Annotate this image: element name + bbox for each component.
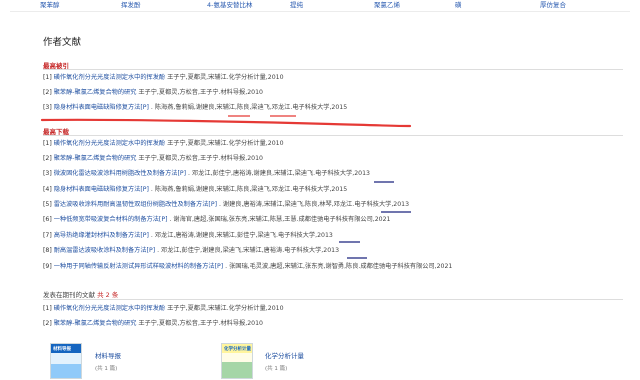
article-meta: . 邓龙江,彭佳宁,谢建良,梁迪飞,宋辅江,唐裕涛.电子科技大学,2013	[157, 247, 340, 254]
list-item: [6] 一种低频宽带吸波复合材料的制备方法[P] . 谢海官,唐超,张国瑞,张东…	[43, 216, 391, 224]
article-meta: . 谢建良,唐裕涛,宋辅江,梁迪飞,陈良,林琴,邓龙江.电子科技大学,2013	[218, 201, 410, 208]
list-item: [7] 高导热绝缘灌封材料及制备方法[P] . 邓龙江,唐裕涛,谢建良,宋辅江,…	[43, 232, 333, 240]
list-item: [2] 聚苯醇-聚氯乙烯复合物的研究 王子宁,夏都灵,方松音,王子宁.材料导报,…	[43, 155, 263, 163]
list-item: [3] 隐身材料表面电磁缺陷修复方法[P] . 陈海燕,鲁莉娟,谢建良,宋辅江,…	[43, 104, 347, 112]
red-highlight-stroke	[40, 118, 412, 128]
list-item: [3] 微波固化雷达吸波涂料用树脂改性及制备方法[P] . 邓龙江,彭佳宁,唐裕…	[43, 170, 370, 178]
article-meta: 王子宁,夏都灵,宋辅江.化学分析计量,2010	[167, 305, 284, 312]
article-title-link[interactable]: 隐身材料表面电磁缺陷修复方法[P]	[54, 104, 149, 111]
item-number: [1]	[43, 140, 52, 147]
divider	[43, 69, 623, 70]
divider	[43, 299, 623, 300]
keyword-link[interactable]: 厚仿复合	[540, 0, 566, 9]
article-title-link[interactable]: 聚苯醇-聚氯乙烯复合物的研究	[54, 89, 137, 96]
item-number: [1]	[43, 305, 52, 312]
item-number: [2]	[43, 89, 52, 96]
divider	[43, 135, 623, 136]
article-title-link[interactable]: 一种低频宽带吸波复合材料的制备方法[P]	[54, 216, 168, 223]
article-title-link[interactable]: 高导热绝缘灌封材料及制备方法[P]	[54, 232, 149, 239]
list-item: [1] 磺作氧化剂分光光度法测定水中的挥发酚 王子宁,夏都灵,宋辅江.化学分析计…	[43, 305, 284, 313]
keyword-link[interactable]: 磺	[455, 0, 462, 9]
article-title-link[interactable]: 磺作氧化剂分光光度法测定水中的挥发酚	[54, 305, 165, 312]
item-number: [4]	[43, 186, 52, 193]
journal-name-link[interactable]: 化学分析计量	[265, 350, 304, 360]
item-number: [1]	[43, 74, 52, 81]
list-item: [9] 一种用于同轴传输反射法测试异形试样吸波材料的制备方法[P] . 张国瑞,…	[43, 263, 452, 271]
article-title-link[interactable]: 磺作氧化剂分光光度法测定水中的挥发酚	[54, 74, 165, 81]
journal-cover-image[interactable]: 化学分析计量	[221, 343, 253, 379]
divider	[10, 11, 630, 12]
journal-name-link[interactable]: 材料导报	[95, 350, 121, 360]
article-meta: 王子宁,夏都灵,宋辅江.化学分析计量,2010	[167, 74, 284, 81]
list-item: [2] 聚苯醇-聚氯乙烯复合物的研究 王子宁,夏都灵,方松音,王子宁.材料导报,…	[43, 89, 263, 97]
list-item: [8] 耐高温雷达波吸收涂料及制备方法[P] . 邓龙江,彭佳宁,谢建良,梁迪飞…	[43, 247, 339, 255]
article-meta: 王子宁,夏都灵,方松音,王子宁.材料导报,2010	[138, 89, 263, 96]
article-meta: . 陈海燕,鲁莉娟,谢建良,宋辅江,陈良,梁迪飞,邓龙江.电子科技大学,2015	[150, 186, 348, 193]
item-number: [2]	[43, 155, 52, 162]
journal-cover-image[interactable]: 材料导报	[50, 343, 82, 379]
article-title-link[interactable]: 聚苯醇-聚氯乙烯复合物的研究	[54, 155, 137, 162]
journal-heading-label: 发表在期刊的文献	[43, 291, 95, 299]
item-number: [8]	[43, 247, 52, 254]
article-meta: . 邓龙江,唐裕涛,谢建良,宋辅江,彭佳宁,梁迪飞.电子科技大学,2013	[150, 232, 333, 239]
section-title: 作者文献	[43, 37, 82, 48]
article-title-link[interactable]: 微波固化雷达吸波涂料用树脂改性及制备方法[P]	[54, 170, 186, 177]
item-number: [5]	[43, 201, 52, 208]
list-item: [1] 磺作氧化剂分光光度法测定水中的挥发酚 王子宁,夏都灵,宋辅江.化学分析计…	[43, 140, 284, 148]
article-meta: . 陈海燕,鲁莉娟,谢建良,宋辅江,陈良,梁迪飞,邓龙江.电子科技大学,2015	[150, 104, 348, 111]
journal-section-heading: 发表在期刊的文献 共 2 条	[43, 289, 118, 299]
article-meta: . 张国瑞,毛灵波,唐超,宋辅江,张东亮,谢智勇,陈良.成都佳驰电子科技有限公司…	[225, 263, 453, 270]
keyword-link[interactable]: 4-氨基安替比林	[207, 0, 252, 9]
journal-article-count: (共 1 篇)	[265, 366, 288, 372]
keyword-link[interactable]: 提纯	[290, 0, 303, 9]
journal-cover-label: 材料导报	[53, 347, 71, 352]
article-title-link[interactable]: 耐高温雷达波吸收涂料及制备方法[P]	[54, 247, 155, 254]
item-number: [9]	[43, 263, 52, 270]
article-meta: . 邓龙江,彭佳宁,唐裕涛,谢建良,宋辅江,梁迪飞.电子科技大学,2013	[188, 170, 370, 177]
article-title-link[interactable]: 隐身材料表面电磁缺陷修复方法[P]	[54, 186, 149, 193]
article-meta: 王子宁,夏都灵,方松音,王子宁.材料导报,2010	[138, 320, 263, 327]
keyword-link[interactable]: 挥发酚	[121, 0, 141, 9]
keyword-link[interactable]: 聚氯乙烯	[374, 0, 400, 9]
article-title-link[interactable]: 聚苯醇-聚氯乙烯复合物的研究	[54, 320, 137, 327]
journal-cover-label: 化学分析计量	[224, 347, 251, 352]
item-number: [3]	[43, 104, 52, 111]
article-meta: . 谢海官,唐超,张国瑞,张东亮,宋辅江,陈慧,王慧.成都佳驰电子科技有限公司,…	[169, 216, 391, 223]
item-number: [3]	[43, 170, 52, 177]
list-item: [2] 聚苯醇-聚氯乙烯复合物的研究 王子宁,夏都灵,方松音,王子宁.材料导报,…	[43, 320, 263, 328]
item-number: [6]	[43, 216, 52, 223]
article-title-link[interactable]: 雷达波吸收涂料用耐高温韧性双组份树脂改性及制备方法[P]	[54, 201, 217, 208]
keyword-link[interactable]: 聚苯醇	[40, 0, 60, 9]
list-item: [1] 磺作氧化剂分光光度法测定水中的挥发酚 王子宁,夏都灵,宋辅江.化学分析计…	[43, 74, 284, 82]
list-item: [5] 雷达波吸收涂料用耐高温韧性双组份树脂改性及制备方法[P] . 谢建良,唐…	[43, 201, 409, 209]
related-keywords-bar: 聚苯醇 挥发酚 4-氨基安替比林 提纯 聚氯乙烯 磺 厚仿复合	[0, 0, 640, 10]
list-item: [4] 隐身材料表面电磁缺陷修复方法[P] . 陈海燕,鲁莉娟,谢建良,宋辅江,…	[43, 186, 347, 194]
article-title-link[interactable]: 磺作氧化剂分光光度法测定水中的挥发酚	[54, 140, 165, 147]
article-meta: 王子宁,夏都灵,方松音,王子宁.材料导报,2010	[138, 155, 263, 162]
journal-article-count: (共 1 篇)	[95, 366, 118, 372]
item-number: [7]	[43, 232, 52, 239]
article-meta: 王子宁,夏都灵,宋辅江.化学分析计量,2010	[167, 140, 284, 147]
journal-count: 共 2 条	[97, 291, 119, 299]
article-title-link[interactable]: 一种用于同轴传输反射法测试异形试样吸波材料的制备方法[P]	[54, 263, 223, 270]
item-number: [2]	[43, 320, 52, 327]
